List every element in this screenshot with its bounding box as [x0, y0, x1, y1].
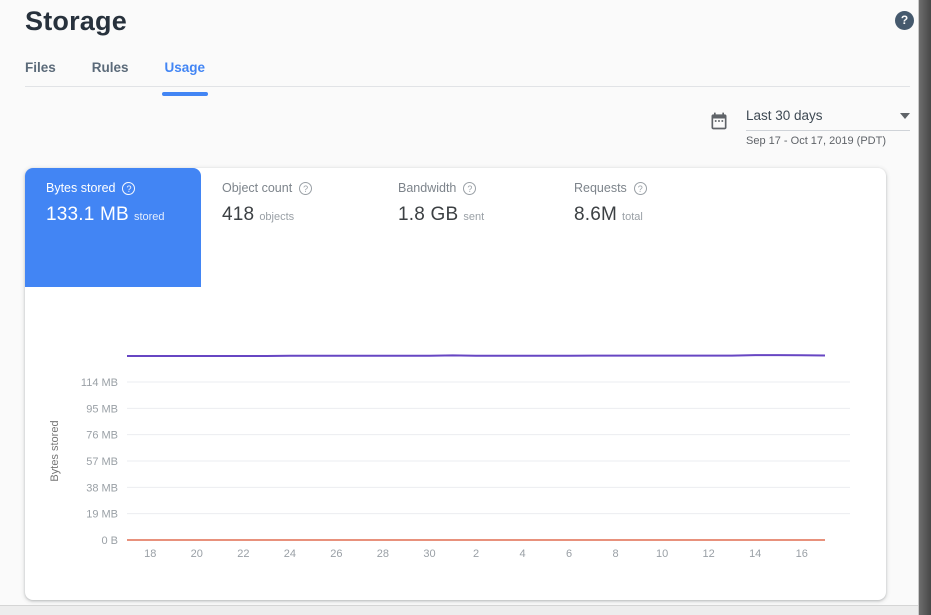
- metric-value-row: 133.1 MB stored: [46, 204, 201, 226]
- svg-text:6: 6: [566, 548, 572, 560]
- tab-usage[interactable]: Usage: [165, 60, 206, 86]
- svg-text:20: 20: [191, 548, 203, 560]
- svg-text:95 MB: 95 MB: [86, 403, 118, 415]
- active-tab-indicator: [162, 92, 209, 96]
- help-icon[interactable]: ?: [895, 11, 914, 30]
- date-range-row: Last 30 days: [746, 108, 910, 131]
- svg-text:28: 28: [377, 548, 389, 560]
- metric-label: Requests: [574, 181, 627, 195]
- date-range-selector[interactable]: Last 30 days Sep 17 - Oct 17, 2019 (PDT): [709, 108, 910, 147]
- svg-text:12: 12: [703, 548, 715, 560]
- metric-value: 8.6M: [574, 204, 617, 225]
- svg-text:0 B: 0 B: [101, 535, 118, 547]
- svg-text:8: 8: [613, 548, 619, 560]
- metric-value: 418: [222, 204, 254, 225]
- svg-text:18: 18: [144, 548, 156, 560]
- metric-value-row: 1.8 GB sent: [398, 204, 553, 226]
- metric-label: Bandwidth: [398, 181, 456, 195]
- tabs-separator: [25, 86, 910, 87]
- tabs-bar: Files Rules Usage: [25, 60, 205, 86]
- metric-card-bytes-stored[interactable]: Bytes stored ? 133.1 MB stored: [25, 168, 201, 287]
- metric-value-row: 8.6M total: [574, 204, 729, 226]
- date-range-control: Last 30 days Sep 17 - Oct 17, 2019 (PDT): [746, 108, 910, 147]
- metric-label: Object count: [222, 181, 292, 195]
- usage-panel: 0 B19 MB38 MB57 MB76 MB95 MB114 MB182022…: [25, 168, 886, 600]
- metric-label-row: Bandwidth ?: [398, 181, 553, 195]
- metric-unit: stored: [134, 211, 165, 223]
- tab-rules[interactable]: Rules: [92, 60, 129, 86]
- svg-text:76 MB: 76 MB: [86, 430, 118, 442]
- metric-value-row: 418 objects: [222, 204, 377, 226]
- tab-files-label: Files: [25, 60, 56, 75]
- metric-label-row: Requests ?: [574, 181, 729, 195]
- help-circle-icon[interactable]: ?: [299, 182, 312, 195]
- svg-text:4: 4: [519, 548, 525, 560]
- svg-text:16: 16: [796, 548, 808, 560]
- svg-text:Bytes stored: Bytes stored: [49, 420, 61, 481]
- svg-text:2: 2: [473, 548, 479, 560]
- page-title: Storage: [25, 6, 127, 37]
- svg-text:14: 14: [749, 548, 761, 560]
- svg-text:30: 30: [423, 548, 435, 560]
- metric-card-object-count[interactable]: Object count ? 418 objects: [201, 168, 377, 287]
- metric-label: Bytes stored: [46, 181, 115, 195]
- screen-bottom-edge: [0, 605, 918, 615]
- metric-card-bandwidth[interactable]: Bandwidth ? 1.8 GB sent: [377, 168, 553, 287]
- help-circle-icon[interactable]: ?: [463, 182, 476, 195]
- calendar-icon: [709, 111, 729, 147]
- svg-text:22: 22: [237, 548, 249, 560]
- svg-text:38 MB: 38 MB: [86, 482, 118, 494]
- metric-cards-row: Bytes stored ? 133.1 MB stored Object cou…: [25, 168, 729, 287]
- svg-text:10: 10: [656, 548, 668, 560]
- metric-unit: sent: [463, 211, 484, 223]
- svg-text:24: 24: [284, 548, 296, 560]
- chevron-down-icon[interactable]: [900, 113, 910, 119]
- tab-usage-label: Usage: [165, 60, 206, 75]
- screen-right-edge[interactable]: [918, 0, 931, 615]
- svg-text:26: 26: [330, 548, 342, 560]
- metric-card-requests[interactable]: Requests ? 8.6M total: [553, 168, 729, 287]
- help-circle-icon[interactable]: ?: [634, 182, 647, 195]
- metric-value: 133.1 MB: [46, 204, 129, 225]
- tab-files[interactable]: Files: [25, 60, 56, 86]
- date-range-label: Last 30 days: [746, 108, 823, 123]
- tab-rules-label: Rules: [92, 60, 129, 75]
- help-circle-icon[interactable]: ?: [122, 182, 135, 195]
- svg-text:19 MB: 19 MB: [86, 509, 118, 521]
- metric-unit: total: [622, 211, 643, 223]
- storage-usage-screen: Storage ? Files Rules Usage Last 30 days…: [0, 0, 931, 615]
- metric-label-row: Object count ?: [222, 181, 377, 195]
- metric-value: 1.8 GB: [398, 204, 458, 225]
- svg-text:114 MB: 114 MB: [81, 377, 118, 389]
- metric-unit: objects: [259, 211, 294, 223]
- svg-text:57 MB: 57 MB: [86, 456, 118, 468]
- date-range-dates: Sep 17 - Oct 17, 2019 (PDT): [746, 135, 910, 147]
- metric-label-row: Bytes stored ?: [46, 181, 201, 195]
